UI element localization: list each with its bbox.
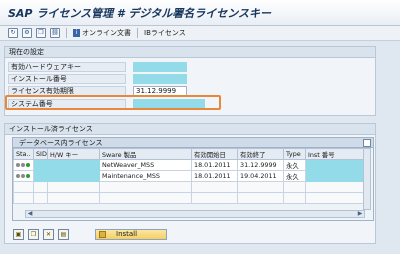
hardware-key-field[interactable]	[133, 61, 187, 72]
database-licenses-header: データベース内ライセンス	[13, 138, 373, 148]
install-number-field[interactable]	[133, 73, 187, 84]
installed-licenses-group: インストール済ライセンス データベース内ライセンス Sta.. SID H/W …	[4, 123, 376, 244]
col-end-header[interactable]: 有効終了	[237, 148, 284, 160]
table-row[interactable]: Maintenance_MSS 18.01.2011 19.04.2011 永久	[13, 170, 364, 182]
horizontal-scrollbar[interactable]: ◀ ▶	[25, 210, 365, 218]
start-cell: 18.01.2011	[191, 159, 238, 171]
install-button[interactable]: Install	[95, 228, 167, 240]
refresh-icon[interactable]: ↻	[8, 28, 18, 38]
current-settings-header: 現在の設定	[5, 47, 375, 58]
display-license-icon[interactable]: ▤	[58, 228, 69, 240]
hwkey-cell	[47, 170, 100, 182]
col-product-header[interactable]: Sware 製品	[99, 148, 192, 160]
table-header-row: Sta.. SID H/W キー Sware 製品 有効開始日 有効終了 Typ…	[13, 148, 364, 160]
field-row-hardware-key: 有効ハードウェアキー	[8, 61, 187, 72]
installed-licenses-header: インストール済ライセンス	[5, 124, 375, 135]
highlight-annotation	[5, 95, 221, 110]
sid-cell	[33, 159, 48, 171]
install-label: Install	[116, 230, 138, 238]
license-actions-bar: ▣ ❐ ✕ ▤ Install	[13, 228, 167, 240]
table-row[interactable]: NetWeaver_MSS 18.01.2011 31.12.9999 永久	[13, 159, 364, 171]
online-doc-button[interactable]: i オンライン文書	[73, 28, 131, 38]
col-start-header[interactable]: 有効開始日	[191, 148, 238, 160]
product-cell: NetWeaver_MSS	[99, 159, 192, 171]
type-cell: 永久	[283, 170, 306, 182]
copy-icon[interactable]: ❐	[36, 28, 46, 38]
table-row-empty	[13, 192, 364, 204]
online-doc-label: オンライン文書	[82, 29, 131, 37]
window-title: SAP ライセンス管理 # デジタル署名ライセンスキー	[8, 7, 271, 20]
col-status-header[interactable]: Sta..	[13, 148, 34, 160]
inst-cell	[305, 170, 364, 182]
title-bar: SAP ライセンス管理 # デジタル署名ライセンスキー	[0, 0, 400, 26]
field-label: ライセンス有効期限	[8, 85, 126, 96]
col-sid-header[interactable]: SID	[33, 148, 48, 160]
status-cell	[13, 159, 34, 171]
status-lights-icon	[16, 174, 30, 178]
inst-cell	[305, 159, 364, 171]
status-lights-icon	[16, 163, 30, 167]
toolbar-separator	[66, 28, 67, 38]
type-cell: 永久	[283, 159, 306, 171]
col-inst-header[interactable]: Inst 番号	[305, 148, 364, 160]
license-table: Sta.. SID H/W キー Sware 製品 有効開始日 有効終了 Typ…	[13, 148, 364, 204]
hwkey-cell	[47, 159, 100, 171]
end-cell: 31.12.9999	[237, 159, 284, 171]
ib-license-button[interactable]: IBライセンス	[144, 28, 186, 38]
toolbar: ↻ ⚙ ❐ ⛓ i オンライン文書 IBライセンス	[0, 26, 400, 41]
column-settings-icon[interactable]	[363, 139, 371, 147]
info-icon: i	[73, 29, 80, 37]
sid-cell	[33, 170, 48, 182]
database-licenses-panel: データベース内ライセンス Sta.. SID H/W キー Sware 製品 有…	[12, 137, 374, 221]
field-label: 有効ハードウェアキー	[8, 61, 126, 72]
field-label: インストール番号	[8, 73, 126, 84]
settings-icon[interactable]: ⚙	[22, 28, 32, 38]
vertical-scrollbar[interactable]	[363, 148, 371, 210]
product-cell: Maintenance_MSS	[99, 170, 192, 182]
table-row-empty	[13, 181, 364, 193]
scroll-right-icon[interactable]: ▶	[356, 210, 364, 218]
ib-license-label: IBライセンス	[144, 29, 186, 37]
end-cell: 19.04.2011	[237, 170, 284, 182]
col-hwkey-header[interactable]: H/W キー	[47, 148, 100, 160]
delete-license-icon[interactable]: ✕	[43, 228, 54, 240]
start-cell: 18.01.2011	[191, 170, 238, 182]
toolbar-separator	[137, 28, 138, 38]
status-cell	[13, 170, 34, 182]
link-icon[interactable]: ⛓	[50, 28, 60, 38]
new-license-icon[interactable]: ▣	[13, 228, 24, 240]
scroll-left-icon[interactable]: ◀	[26, 210, 34, 218]
install-icon	[99, 230, 106, 238]
col-type-header[interactable]: Type	[283, 148, 306, 160]
current-settings-group: 現在の設定 有効ハードウェアキー インストール番号 ライセンス有効期限 31.1…	[4, 46, 376, 116]
copy-license-icon[interactable]: ❐	[28, 228, 39, 240]
expiry-date-field[interactable]: 31.12.9999	[133, 85, 187, 96]
field-row-install-number: インストール番号	[8, 73, 187, 84]
